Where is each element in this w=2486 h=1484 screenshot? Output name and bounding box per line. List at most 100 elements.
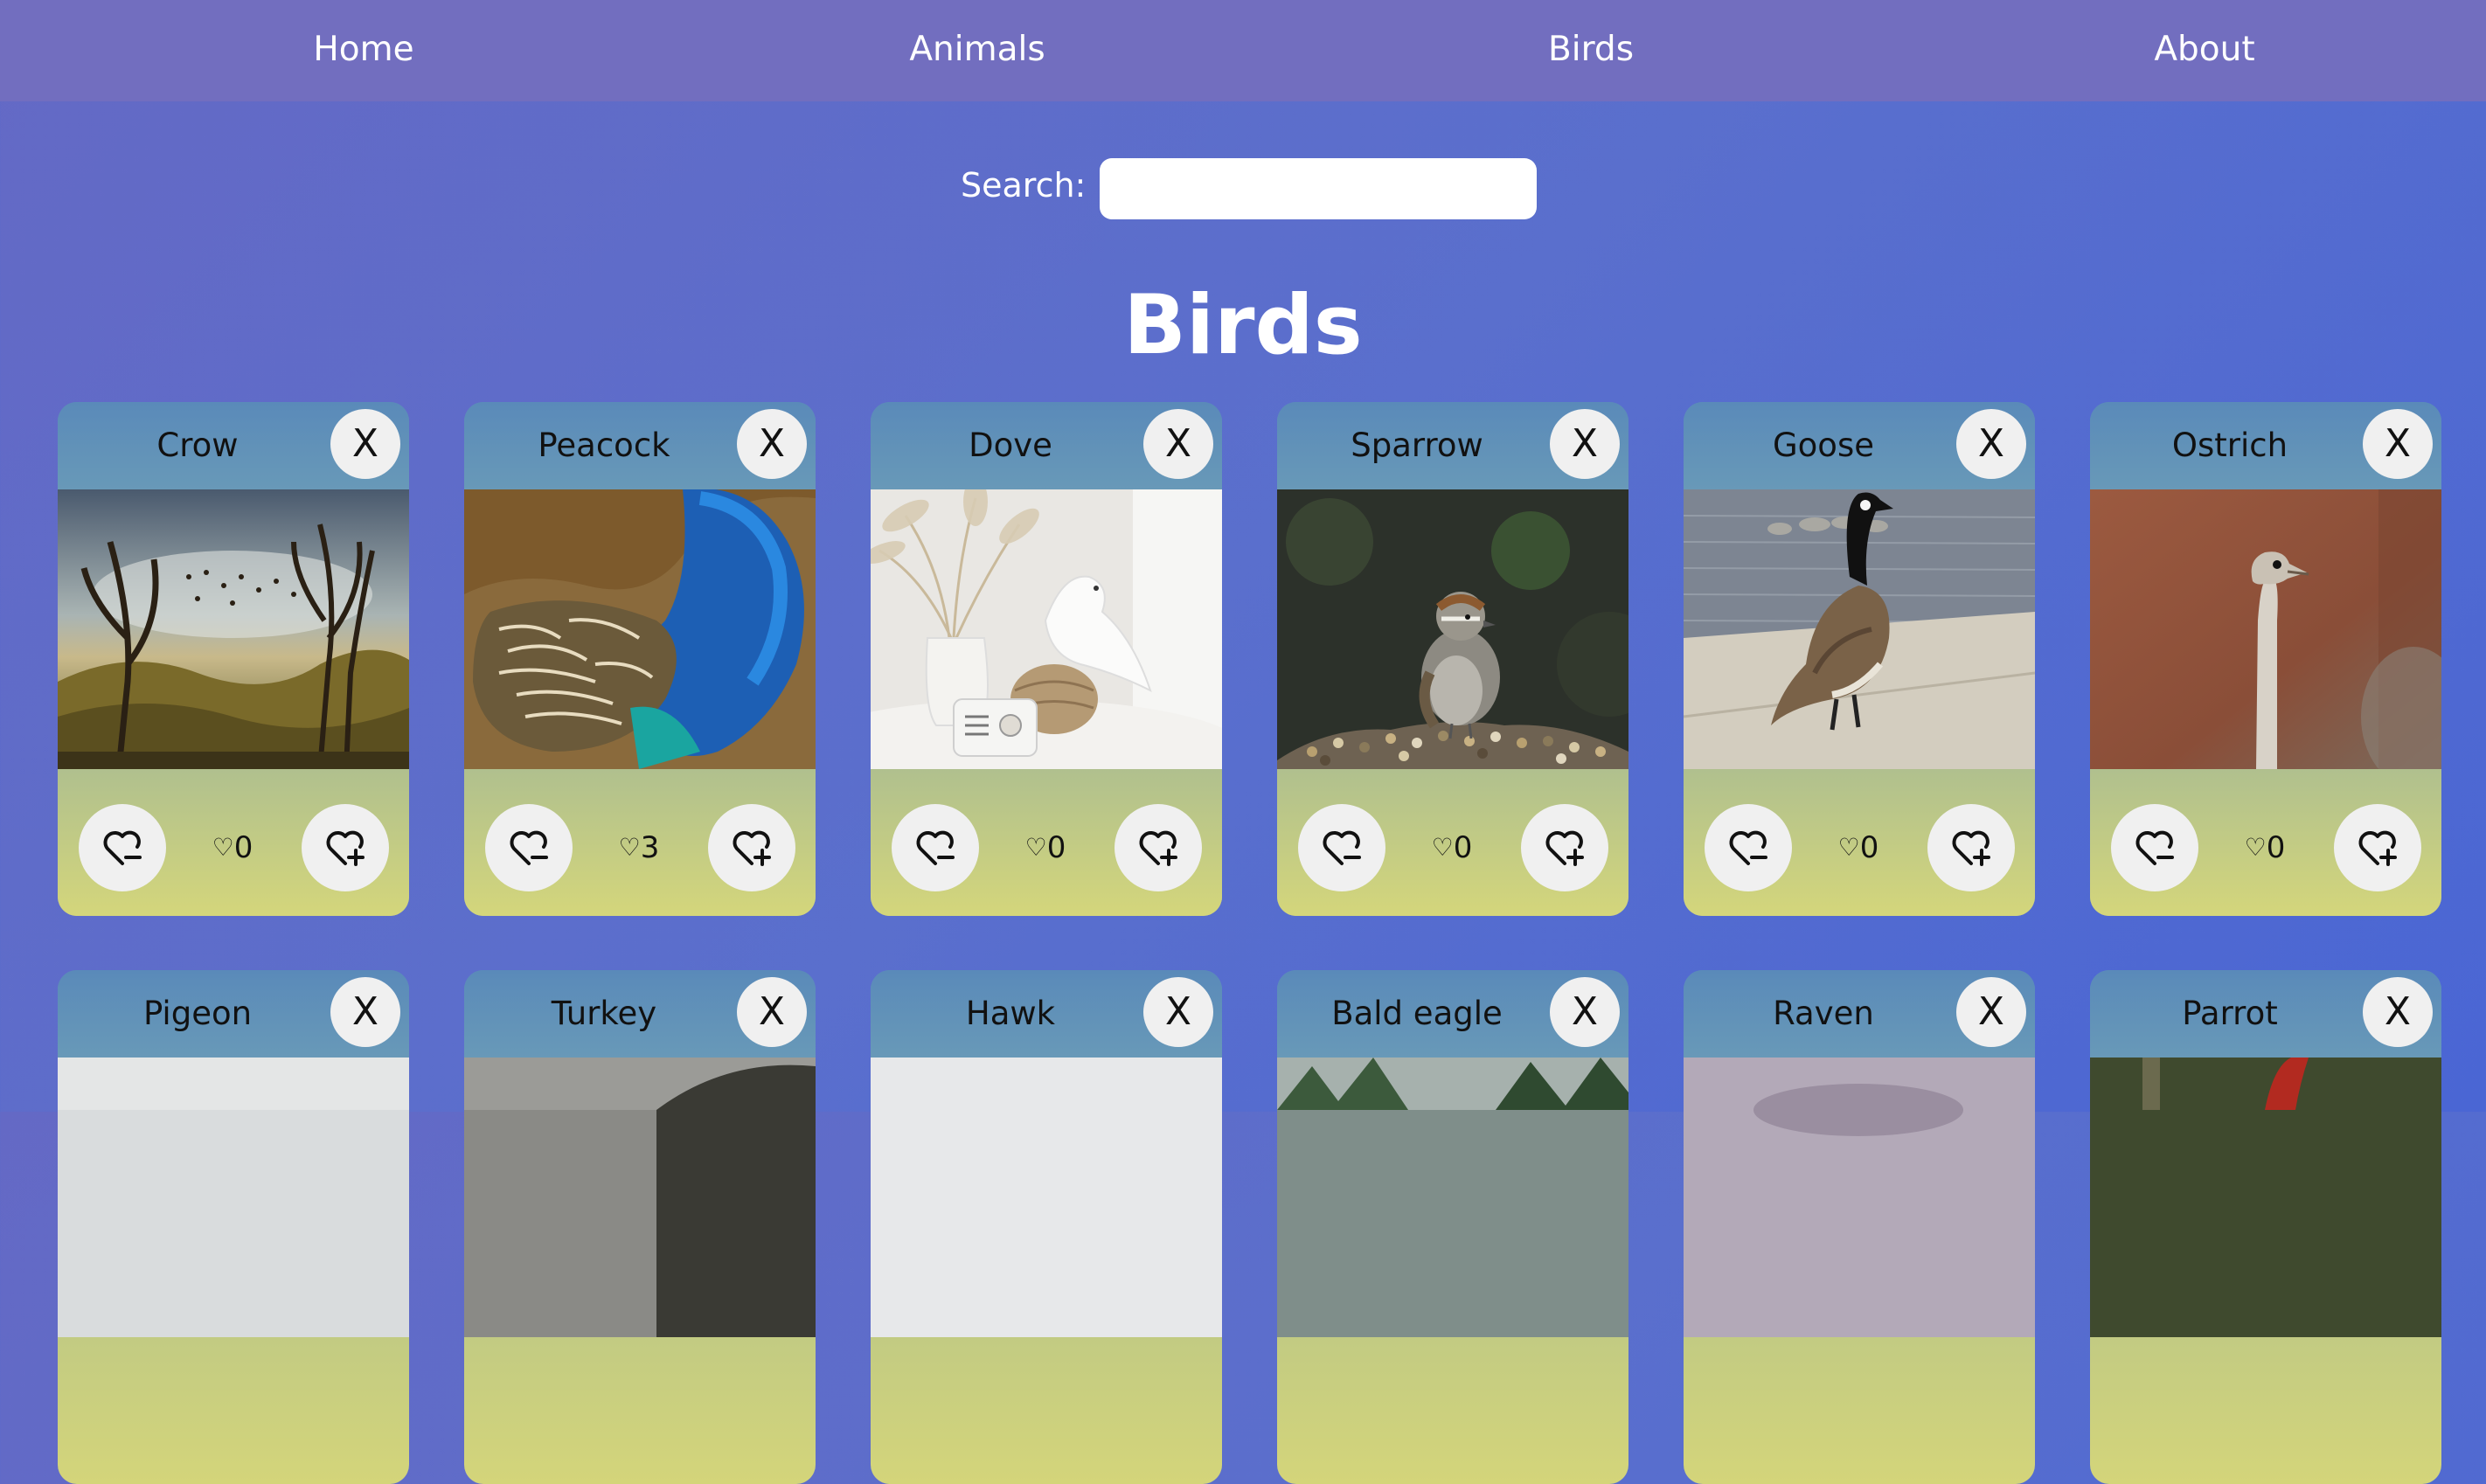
card-header: Turkey X [464, 970, 816, 1058]
card-footer: ♡3 [464, 769, 816, 916]
bird-card-raven: Raven X [1684, 970, 2035, 1484]
heart-outline-icon: ♡ [2244, 833, 2267, 862]
unlike-button[interactable] [892, 804, 979, 891]
heart-minus-icon [1323, 830, 1361, 865]
card-header: Hawk X [871, 970, 1222, 1058]
close-button[interactable]: X [737, 977, 807, 1047]
like-count: ♡0 [1837, 830, 1879, 865]
unlike-button[interactable] [2111, 804, 2198, 891]
card-image-pigeon [58, 1058, 409, 1337]
heart-outline-icon: ♡ [1024, 833, 1047, 862]
heart-plus-icon [1952, 830, 1990, 866]
close-icon: X [758, 989, 786, 1034]
bird-card-bald-eagle: Bald eagle X [1277, 970, 1628, 1484]
nav-animals-link[interactable]: Animals [909, 0, 1045, 101]
top-navbar: Home Animals Birds About [0, 0, 2486, 101]
card-header: Ostrich X [2090, 402, 2441, 489]
card-image-ostrich [2090, 489, 2441, 769]
card-image-turkey [464, 1058, 816, 1337]
like-button[interactable] [708, 804, 795, 891]
heart-outline-icon: ♡ [212, 833, 234, 862]
card-header: Dove X [871, 402, 1222, 489]
search-input[interactable] [1100, 158, 1537, 219]
close-button[interactable]: X [1956, 409, 2026, 479]
heart-minus-icon [2135, 830, 2174, 865]
card-image-peacock [464, 489, 816, 769]
heart-outline-icon: ♡ [1837, 833, 1860, 862]
unlike-button[interactable] [1298, 804, 1385, 891]
card-footer: ♡0 [871, 769, 1222, 916]
bird-card-dove: Dove X ♡0 [871, 402, 1222, 916]
card-footer: ♡0 [2090, 769, 2441, 916]
close-icon: X [1164, 421, 1192, 466]
like-count: ♡0 [2244, 830, 2286, 865]
close-icon: X [1977, 989, 2005, 1034]
card-footer: ♡0 [1684, 769, 2035, 916]
heart-minus-icon [1729, 830, 1767, 865]
like-count: ♡0 [212, 830, 253, 865]
close-icon: X [1977, 421, 2005, 466]
like-button[interactable] [1115, 804, 1202, 891]
bird-card-crow: Crow X ♡0 [58, 402, 409, 916]
card-title: Bald eagle [1331, 995, 1503, 1032]
close-button[interactable]: X [1956, 977, 2026, 1047]
card-title: Sparrow [1351, 426, 1483, 464]
close-button[interactable]: X [1550, 977, 1620, 1047]
card-title: Turkey [551, 995, 657, 1032]
nav-about-link[interactable]: About [2154, 0, 2254, 101]
nav-birds-link[interactable]: Birds [1548, 0, 1634, 101]
card-title: Goose [1773, 426, 1874, 464]
nav-home-link[interactable]: Home [313, 0, 413, 101]
card-header: Peacock X [464, 402, 816, 489]
heart-plus-icon [733, 830, 771, 866]
like-count: ♡3 [618, 830, 660, 865]
bird-card-goose: Goose X ♡0 [1684, 402, 2035, 916]
card-header: Raven X [1684, 970, 2035, 1058]
like-button[interactable] [1927, 804, 2015, 891]
heart-plus-icon [2358, 830, 2397, 866]
card-image-crow [58, 489, 409, 769]
heart-minus-icon [103, 830, 142, 865]
bird-card-turkey: Turkey X [464, 970, 816, 1484]
close-icon: X [758, 421, 786, 466]
card-header: Bald eagle X [1277, 970, 1628, 1058]
close-icon: X [2384, 989, 2412, 1034]
card-title: Raven [1773, 995, 1874, 1032]
close-button[interactable]: X [330, 977, 400, 1047]
close-button[interactable]: X [737, 409, 807, 479]
card-footer: ♡0 [1277, 769, 1628, 916]
bird-card-parrot: Parrot X [2090, 970, 2441, 1484]
card-footer: ♡0 [58, 769, 409, 916]
close-button[interactable]: X [2363, 409, 2433, 479]
card-title: Parrot [2182, 995, 2278, 1032]
close-button[interactable]: X [330, 409, 400, 479]
heart-outline-icon: ♡ [618, 833, 641, 862]
card-image-goose [1684, 489, 2035, 769]
card-header: Parrot X [2090, 970, 2441, 1058]
close-button[interactable]: X [1143, 409, 1213, 479]
close-icon: X [1164, 989, 1192, 1034]
card-image-bald-eagle [1277, 1058, 1628, 1337]
bird-card-hawk: Hawk X [871, 970, 1222, 1484]
unlike-button[interactable] [1705, 804, 1792, 891]
card-image-parrot [2090, 1058, 2441, 1337]
unlike-button[interactable] [485, 804, 573, 891]
like-count: ♡0 [1024, 830, 1066, 865]
card-image-hawk [871, 1058, 1222, 1337]
heart-plus-icon [1139, 830, 1177, 866]
bird-card-ostrich: Ostrich X ♡0 [2090, 402, 2441, 916]
heart-plus-icon [326, 830, 365, 866]
close-button[interactable]: X [2363, 977, 2433, 1047]
close-button[interactable]: X [1550, 409, 1620, 479]
card-image-dove [871, 489, 1222, 769]
unlike-button[interactable] [79, 804, 166, 891]
like-button[interactable] [302, 804, 389, 891]
heart-outline-icon: ♡ [1431, 833, 1454, 862]
close-icon: X [351, 989, 379, 1034]
like-button[interactable] [2334, 804, 2421, 891]
close-button[interactable]: X [1143, 977, 1213, 1047]
card-header: Pigeon X [58, 970, 409, 1058]
card-header: Goose X [1684, 402, 2035, 489]
card-title: Crow [156, 426, 239, 464]
like-button[interactable] [1521, 804, 1608, 891]
